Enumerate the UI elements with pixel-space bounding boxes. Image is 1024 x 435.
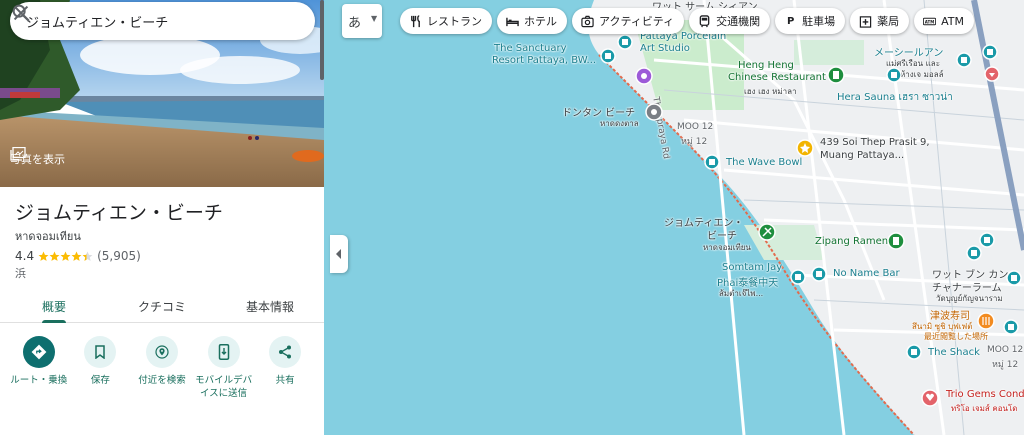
send-to-phone-icon xyxy=(207,336,240,368)
send-to-phone-button[interactable]: モバイルデバイスに送信 xyxy=(195,336,253,401)
tab-about[interactable]: 基本情報 xyxy=(216,289,324,322)
shack-marker-icon xyxy=(906,319,1019,360)
bookmark-icon xyxy=(84,336,117,368)
chevron-left-icon xyxy=(336,249,341,259)
tab-overview[interactable]: 概要 xyxy=(0,289,108,323)
search-nearby-button[interactable]: 付近を検索 xyxy=(133,336,191,401)
chip-restaurants-label: レストラン xyxy=(427,15,482,28)
dontan-marker-icon xyxy=(645,103,663,121)
collapse-panel-button[interactable] xyxy=(330,235,348,273)
chip-pharmacy[interactable]: 薬局 xyxy=(850,8,910,34)
place-local-name: หาดจอมเทียน xyxy=(15,230,81,243)
chip-parking-label: 駐車場 xyxy=(802,15,836,28)
tab-reviews[interactable]: クチコミ xyxy=(108,289,216,322)
zipang-marker-icon xyxy=(887,232,905,250)
share-icon xyxy=(269,336,302,368)
action-buttons: ルート・乗換 保存 付近を検索 モバイルデバイスに送信 共有 xyxy=(0,336,324,401)
chip-activities-label: アクティビティ xyxy=(599,15,675,28)
chip-hotels[interactable]: ホテル xyxy=(497,8,567,34)
chip-activities[interactable]: アクティビティ xyxy=(572,8,685,34)
heng-heng-marker-icon xyxy=(827,66,845,84)
wave-bowl-marker-icon xyxy=(704,154,720,170)
transit-icon xyxy=(699,14,710,27)
save-button[interactable]: 保存 xyxy=(71,336,129,401)
rating-stars xyxy=(38,251,93,262)
chip-pharmacy-label: 薬局 xyxy=(877,15,900,28)
close-icon[interactable] xyxy=(10,2,32,24)
pharmacy-icon xyxy=(859,15,872,28)
chip-transit-label: 交通機関 xyxy=(716,15,761,28)
place-title: ジョムティエン・ビーチ xyxy=(15,202,223,224)
restaurant-icon xyxy=(411,14,420,27)
rating-row[interactable]: 4.4 (5,905) xyxy=(15,249,141,263)
meseal-marker-icon xyxy=(956,52,972,68)
star-icon xyxy=(82,251,93,261)
input-tools-button[interactable]: あ ▼ xyxy=(342,4,382,38)
trio-gems-marker-icon xyxy=(921,389,939,407)
chip-parking[interactable]: P 駐車場 xyxy=(775,8,846,34)
search-box[interactable]: ジョムティエン・ビーチ xyxy=(10,2,315,40)
porcelain-marker-icon xyxy=(617,34,633,50)
search-nearby-label: 付近を検索 xyxy=(138,375,186,386)
chip-hotels-label: ホテル xyxy=(524,15,557,28)
purple-marker-icon xyxy=(635,67,653,85)
star-icon xyxy=(71,251,82,261)
parking-icon: P xyxy=(786,15,795,27)
star-icon xyxy=(49,251,60,261)
place-category[interactable]: 浜 xyxy=(15,265,26,281)
rating-value: 4.4 xyxy=(15,249,35,263)
directions-label: ルート・乗換 xyxy=(10,375,68,386)
map-canvas[interactable]: The Sanctuary Resort Pattaya, BW... Patt… xyxy=(324,0,1024,435)
jomtien-beach-marker-icon xyxy=(758,223,776,241)
input-language-label: あ xyxy=(348,16,362,31)
star-icon xyxy=(60,251,71,261)
directions-icon xyxy=(22,336,55,368)
sanctuary-marker-icon xyxy=(600,48,616,64)
photo-library-icon xyxy=(10,147,26,161)
wat-bun-marker-icon xyxy=(966,232,1022,286)
no-name-bar-marker-icon xyxy=(811,266,827,282)
map-markers xyxy=(600,34,1022,407)
directions-button[interactable]: ルート・乗換 xyxy=(10,336,68,401)
chip-transit[interactable]: 交通機関 xyxy=(689,8,771,34)
tsunami-marker-icon xyxy=(977,312,995,330)
category-chips: レストラン ホテル アクティビティ 交通機関 P 駐車場 薬局 ATM ATM xyxy=(400,8,975,34)
review-count[interactable]: (5,905) xyxy=(97,249,141,263)
place-tabs: 概要 クチコミ 基本情報 xyxy=(0,289,324,323)
chevron-down-icon: ▼ xyxy=(371,14,378,23)
show-photos-button[interactable]: 写真を表示 xyxy=(10,147,65,171)
place-photo[interactable]: ジョムティエン・ビーチ 写真を表示 xyxy=(0,0,324,187)
chip-restaurants[interactable]: レストラン xyxy=(400,8,492,34)
somtam-marker-icon xyxy=(790,269,806,285)
atm-icon: ATM xyxy=(923,17,937,25)
nearby-icon xyxy=(145,336,178,368)
camera-icon xyxy=(581,15,594,27)
soi-thep-marker-icon xyxy=(796,139,814,157)
place-panel: ジョムティエン・ビーチ 写真を表示 ジョムティエン・ビーチ หาดจอมเทีย… xyxy=(0,0,324,435)
send-to-phone-label: モバイルデバイスに送信 xyxy=(195,375,253,399)
share-label: 共有 xyxy=(275,375,295,386)
right-edge-marker-icon xyxy=(982,44,1000,82)
hotel-icon xyxy=(506,17,519,26)
chip-atm[interactable]: ATM ATM xyxy=(914,8,975,34)
star-icon xyxy=(38,251,49,261)
svg-text:ATM: ATM xyxy=(925,19,935,24)
chip-atm-label: ATM xyxy=(941,14,965,28)
share-button[interactable]: 共有 xyxy=(256,336,314,401)
hera-sauna-marker-icon xyxy=(886,67,902,83)
search-input[interactable]: ジョムティエン・ビーチ xyxy=(26,12,168,31)
save-label: 保存 xyxy=(90,375,110,386)
